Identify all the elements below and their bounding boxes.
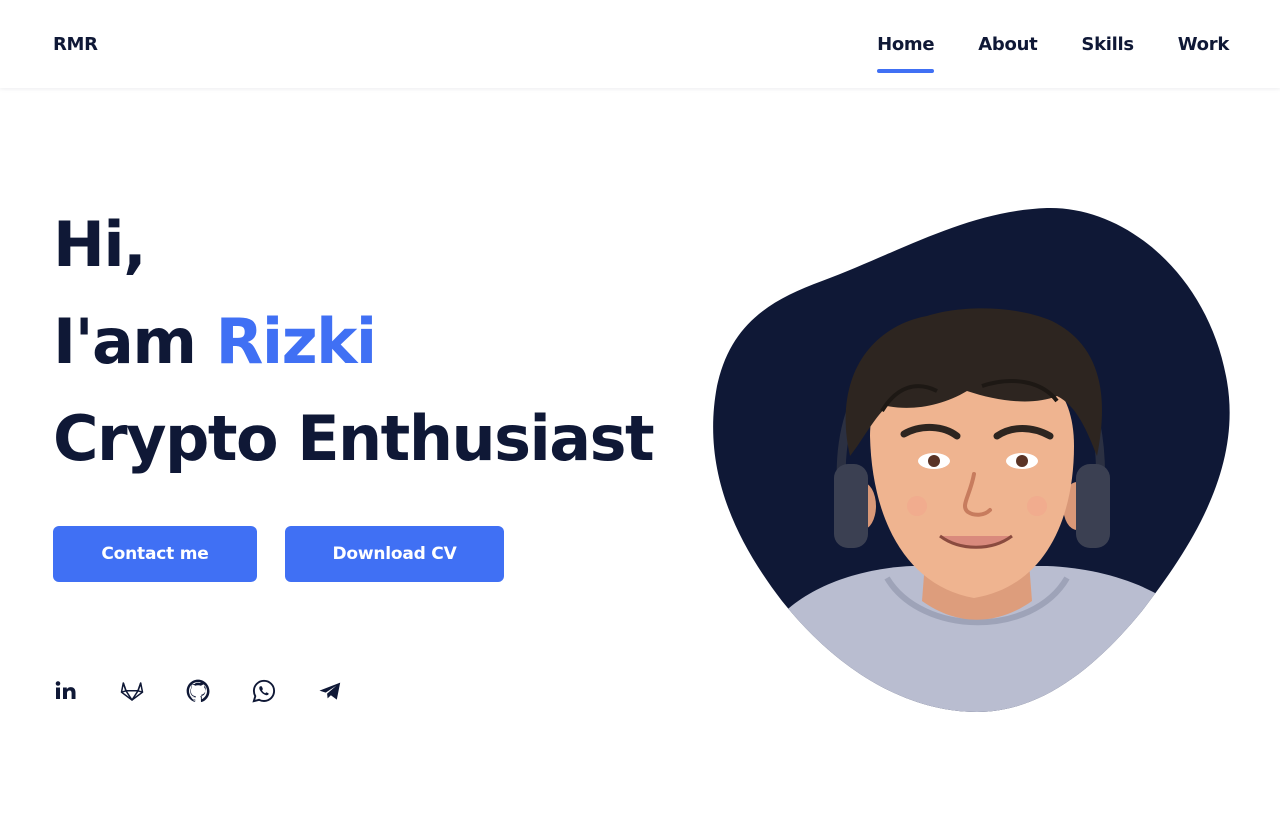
profile-avatar bbox=[712, 206, 1232, 714]
github-icon[interactable] bbox=[185, 678, 211, 704]
hero-intro-prefix: I'am bbox=[53, 305, 197, 378]
main-nav: Home About Skills Work bbox=[877, 34, 1229, 74]
hero-title: Hi, I'am Rizki Crypto Enthusiast bbox=[53, 196, 655, 487]
contact-me-button[interactable]: Contact me bbox=[53, 526, 257, 582]
site-logo[interactable]: RMR bbox=[53, 34, 98, 55]
hero-name: Rizki bbox=[215, 305, 378, 378]
hero-intro: I'am Rizki bbox=[53, 293, 653, 390]
whatsapp-icon[interactable] bbox=[251, 678, 277, 704]
avatar-illustration bbox=[713, 207, 1230, 712]
download-cv-button[interactable]: Download CV bbox=[285, 526, 504, 582]
hero-buttons: Contact me Download CV bbox=[53, 526, 504, 582]
nav-home[interactable]: Home bbox=[877, 34, 935, 74]
nav-work[interactable]: Work bbox=[1178, 34, 1230, 74]
social-links bbox=[53, 678, 343, 704]
nav-about[interactable]: About bbox=[978, 34, 1037, 74]
telegram-icon[interactable] bbox=[317, 678, 343, 704]
site-header: RMR Home About Skills Work bbox=[0, 0, 1280, 88]
gitlab-icon[interactable] bbox=[119, 678, 145, 704]
nav-skills[interactable]: Skills bbox=[1081, 34, 1134, 74]
hero-role: Crypto Enthusiast bbox=[53, 402, 655, 475]
hero-greeting: Hi, bbox=[53, 208, 147, 281]
linkedin-icon[interactable] bbox=[53, 678, 79, 704]
